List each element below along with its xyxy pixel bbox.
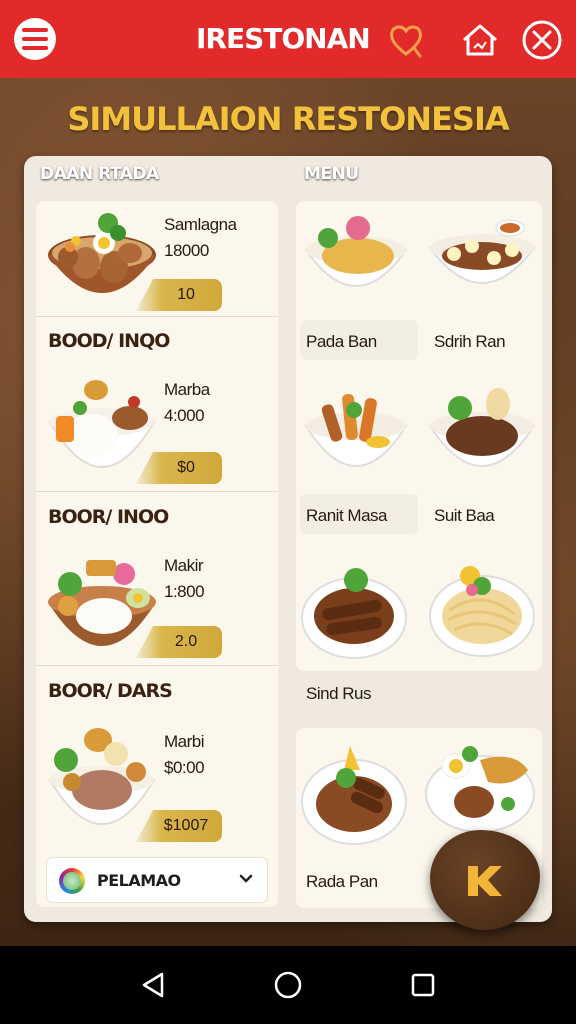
app-title: IRESTONAN bbox=[196, 22, 371, 55]
dish-card[interactable]: Makir 1:800 2.0 bbox=[36, 546, 278, 666]
category-select[interactable]: PELAMAO bbox=[46, 857, 268, 903]
dish-image bbox=[48, 728, 156, 825]
dish-price: 18000 bbox=[164, 241, 209, 260]
hamburger-menu-button[interactable] bbox=[14, 18, 56, 60]
category-heading: BOOD/ INQO bbox=[48, 330, 170, 352]
left-section-label: DAAN RTADA bbox=[40, 164, 159, 184]
menu-item-image[interactable] bbox=[428, 558, 536, 662]
chevron-down-icon bbox=[239, 874, 253, 883]
hamburger-line bbox=[22, 46, 48, 50]
close-icon[interactable] bbox=[520, 18, 564, 62]
menu-item-label[interactable]: Sdrih Ran bbox=[434, 332, 506, 352]
menu-item-label[interactable]: Pada Ban bbox=[306, 332, 377, 352]
k-icon bbox=[468, 866, 502, 896]
menu-item-label[interactable]: Ranit Masa bbox=[306, 506, 387, 526]
dish-name: Marba bbox=[164, 380, 210, 399]
home-circle-icon[interactable] bbox=[273, 970, 303, 1000]
menu-item-image[interactable] bbox=[428, 218, 536, 290]
system-navigation-bar bbox=[0, 946, 576, 1024]
category-heading: BOOR/ INOO bbox=[48, 506, 169, 528]
dish-price: 1:800 bbox=[164, 582, 205, 601]
menu-item-image[interactable] bbox=[304, 210, 408, 290]
dish-image bbox=[48, 380, 156, 468]
top-app-bar: IRESTONAN bbox=[0, 0, 576, 78]
hamburger-line bbox=[22, 37, 48, 41]
menu-item-label[interactable]: Rada Pan bbox=[306, 872, 378, 892]
menu-item-image[interactable] bbox=[424, 744, 536, 836]
globe-icon bbox=[59, 868, 85, 894]
category-heading: BOOR/ DARS bbox=[48, 680, 173, 702]
menu-item-image[interactable] bbox=[300, 740, 408, 850]
dish-card[interactable]: Samlagna 18000 10 bbox=[36, 201, 278, 317]
dish-image bbox=[48, 213, 156, 293]
menu-item-image[interactable] bbox=[304, 380, 408, 472]
hamburger-line bbox=[22, 28, 48, 32]
menu-item-image[interactable] bbox=[428, 380, 536, 472]
home-icon[interactable] bbox=[458, 18, 502, 62]
select-value: PELAMAO bbox=[97, 871, 181, 890]
dish-name: Marbi bbox=[164, 732, 205, 751]
back-icon[interactable] bbox=[138, 970, 168, 1000]
heart-icon[interactable] bbox=[384, 18, 428, 62]
dish-card[interactable]: Marba 4:000 $0 bbox=[36, 370, 278, 492]
dish-name: Makir bbox=[164, 556, 204, 575]
dish-card[interactable]: Marbi $0:00 $1007 bbox=[36, 720, 278, 850]
menu-item-label[interactable]: Suit Baa bbox=[434, 506, 495, 526]
menu-section-label: MENU bbox=[304, 164, 359, 184]
dish-image bbox=[48, 560, 156, 646]
dish-name: Samlagna bbox=[164, 215, 237, 234]
menu-item-image[interactable] bbox=[300, 558, 408, 662]
dish-price: 4:000 bbox=[164, 406, 205, 425]
recent-icon[interactable] bbox=[408, 970, 438, 1000]
page-heading: SIMULLAION RESTONESIA bbox=[67, 100, 509, 138]
menu-item-label[interactable]: Sind Rus bbox=[306, 684, 371, 704]
dish-price: $0:00 bbox=[164, 758, 205, 777]
